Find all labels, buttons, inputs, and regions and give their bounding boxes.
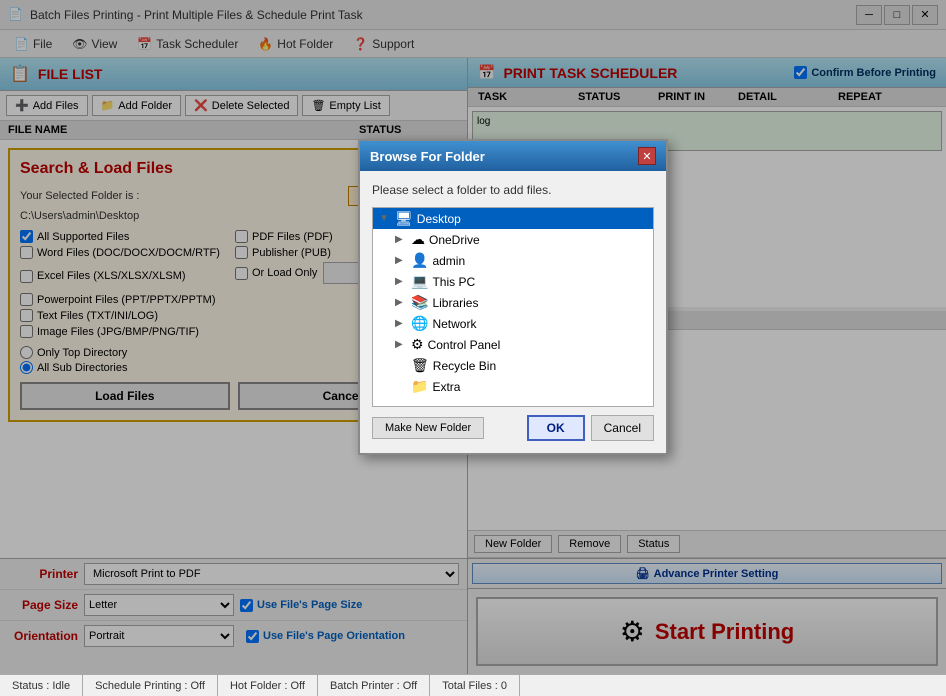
modal-cancel-button[interactable]: Cancel	[591, 415, 654, 441]
tree-item[interactable]: ▶ 📚 Libraries	[373, 292, 653, 313]
tree-item[interactable]: ▶ ☁ OneDrive	[373, 229, 653, 250]
folder-icon: 💻	[411, 273, 428, 290]
tree-arrow-icon: ▶	[395, 339, 407, 350]
modal-buttons: Make New Folder OK Cancel	[372, 407, 654, 441]
batch-printer-status: Batch Printer : Off	[318, 675, 430, 696]
modal-close-button[interactable]: ✕	[638, 147, 656, 165]
tree-arrow-icon: ▶	[395, 234, 407, 245]
tree-item[interactable]: ▶ 🌐 Network	[373, 313, 653, 334]
make-new-folder-button[interactable]: Make New Folder	[372, 417, 484, 439]
modal-ok-button[interactable]: OK	[527, 415, 585, 441]
tree-label: Control Panel	[428, 338, 647, 352]
tree-label: Extra	[432, 380, 647, 394]
modal-subtitle: Please select a folder to add files.	[372, 183, 654, 197]
tree-arrow-icon: ▶	[395, 297, 407, 308]
tree-label: admin	[432, 254, 647, 268]
tree-arrow-icon: ▶	[395, 318, 407, 329]
browse-folder-modal: Browse For Folder ✕ Please select a fold…	[358, 139, 668, 455]
modal-title-text: Browse For Folder	[370, 149, 485, 164]
tree-item[interactable]: ▼ 🖥 Desktop	[373, 208, 653, 229]
folder-icon: 👤	[411, 252, 428, 269]
folder-icon: 🌐	[411, 315, 428, 332]
tree-label: OneDrive	[429, 233, 647, 247]
tree-item[interactable]: 🗑 Recycle Bin	[373, 355, 653, 376]
modal-overlay: Browse For Folder ✕ Please select a fold…	[0, 0, 946, 674]
folder-icon: ⚙	[411, 336, 424, 353]
hot-folder-status: Hot Folder : Off	[218, 675, 318, 696]
folder-icon: 🖥	[395, 210, 413, 227]
tree-item[interactable]: ▶ ⚙ Control Panel	[373, 334, 653, 355]
status-bar: Status : Idle Schedule Printing : Off Ho…	[0, 674, 946, 696]
tree-label: Network	[432, 317, 647, 331]
tree-arrow-icon: ▶	[395, 255, 407, 266]
status-idle: Status : Idle	[0, 675, 83, 696]
folder-icon: 📚	[411, 294, 428, 311]
modal-body: Please select a folder to add files. ▼ 🖥 D…	[360, 171, 666, 453]
tree-label: Recycle Bin	[433, 359, 647, 373]
folder-icon: 🗑	[411, 357, 429, 374]
tree-item[interactable]: ▶ 💻 This PC	[373, 271, 653, 292]
tree-arrow-icon: ▼	[379, 213, 391, 224]
tree-item[interactable]: ▶ 👤 admin	[373, 250, 653, 271]
folder-icon: 📁	[411, 378, 428, 395]
tree-item[interactable]: 📁 Extra	[373, 376, 653, 397]
folder-tree: ▼ 🖥 Desktop ▶ ☁ OneDrive ▶ 👤 admin ▶ 💻 This PC ▶ 📚 Lib…	[372, 207, 654, 407]
folder-icon: ☁	[411, 231, 425, 248]
tree-label: This PC	[432, 275, 647, 289]
tree-arrow-icon: ▶	[395, 276, 407, 287]
tree-label: Libraries	[432, 296, 647, 310]
schedule-printing-status: Schedule Printing : Off	[83, 675, 218, 696]
modal-title-bar: Browse For Folder ✕	[360, 141, 666, 171]
tree-label: Desktop	[417, 212, 647, 226]
ok-cancel-buttons: OK Cancel	[527, 415, 654, 441]
total-files-status: Total Files : 0	[430, 675, 520, 696]
